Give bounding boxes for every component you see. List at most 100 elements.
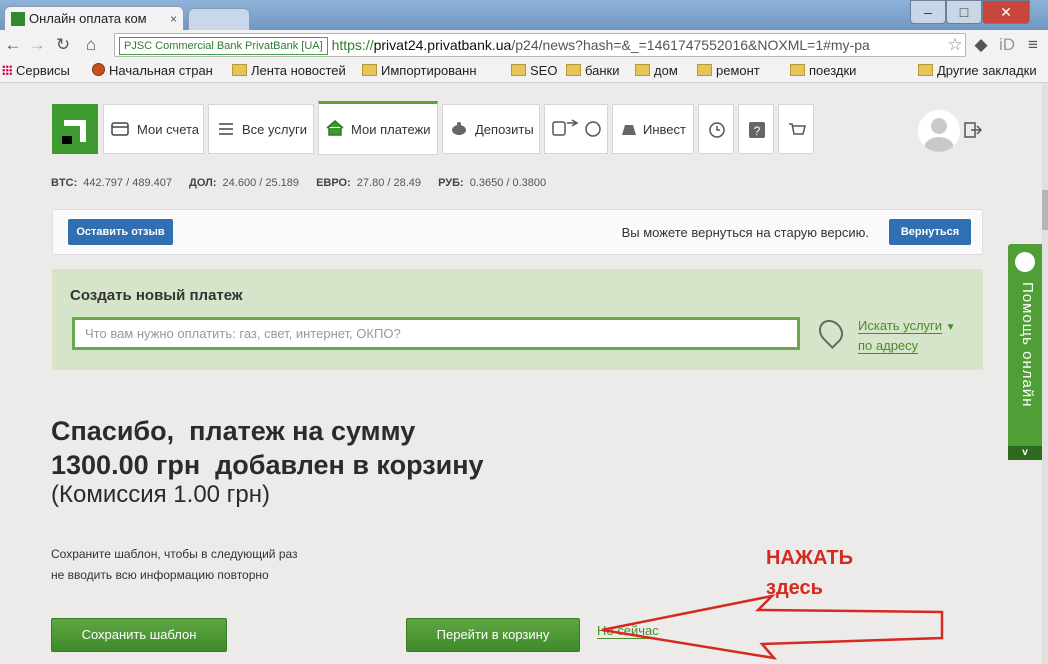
folder-icon [918,64,933,76]
nav-tab-accounts[interactable]: Мои счета [103,104,204,154]
extension-icon[interactable]: ◆ [970,34,992,56]
extension-id-icon[interactable]: iD [996,34,1018,56]
confirmation-line-2: 1300.00 грн добавлен в корзину [51,450,484,480]
bookmark-start-page[interactable]: Начальная стран [92,62,213,80]
nav-tab-invest[interactable]: Инвест [612,104,694,154]
new-tab-button[interactable] [188,8,250,31]
nav-tab-invest-label: Инвест [643,122,686,137]
nav-tab-accounts-label: Мои счета [137,122,200,137]
dropdown-caret-icon: ▼ [945,322,956,333]
confirmation-heading: Спасибо, платеж на сумму 1300.00 грн доб… [51,414,484,482]
help-toggle[interactable]: v [1008,446,1042,460]
travel-tickets-icon [552,119,601,137]
nav-tab-history[interactable] [698,104,734,154]
save-template-hint: Сохраните шаблон, чтобы в следующий раз … [51,544,298,586]
hint-line-2: не вводить всю информацию повторно [51,568,269,582]
tab-title: Онлайн оплата ком [29,11,147,26]
old-version-text: Вы можете вернуться на старую версию. [621,225,869,240]
maximize-button[interactable]: □ [946,0,982,24]
confirmation-line-1: Спасибо, платеж на сумму [51,416,416,446]
folder-icon [697,64,712,76]
privatbank-logo-icon [62,120,86,144]
browser-toolbar: ← → ↻ ⌂ PJSC Commercial Bank PrivatBank … [0,30,1048,61]
go-to-cart-button[interactable]: Перейти в корзину [406,618,580,652]
annotation-line-1: НАЖАТЬ [766,547,854,569]
back-arrow-icon[interactable]: ← [2,34,24,56]
nav-tab-help[interactable]: ? [738,104,774,154]
annotation-arrow-icon [601,593,944,660]
new-payment-title: Создать новый платеж [70,287,243,304]
new-payment-panel: Создать новый платеж Что вам нужно оплат… [52,269,983,370]
list-icon [219,123,233,135]
by-address-label: по адресу [858,338,919,354]
svg-text:?: ? [754,124,761,138]
rate-usd: ДОЛ: 24.600 / 25.189 [189,177,300,189]
card-icon [111,122,129,136]
bookmark-seo[interactable]: SEO [511,62,557,80]
privat24-logo[interactable] [52,104,98,154]
hint-line-1: Сохраните шаблон, чтобы в следующий раз [51,547,298,561]
nav-tab-travel[interactable] [544,104,608,154]
history-icon [709,122,725,138]
payment-search-input[interactable]: Что вам нужно оплатить: газ, свет, интер… [72,317,800,350]
find-by-address-link[interactable]: Искать услуги ▼ по адресу [858,317,956,355]
bookmark-imported[interactable]: Импортированн [362,62,477,80]
nav-tab-payments-label: Мои платежи [351,122,431,137]
user-silhouette-icon [924,118,954,152]
address-bar[interactable]: PJSC Commercial Bank PrivatBank [UA] htt… [114,33,966,57]
help-online-label: Помощь онлайн [1019,282,1036,408]
commission-text: (Комиссия 1.00 грн) [51,481,271,508]
folder-icon [566,64,581,76]
tab-close-icon[interactable]: × [170,7,177,30]
nav-tab-services[interactable]: Все услуги [208,104,314,154]
bookmark-banks[interactable]: банки [566,62,620,80]
avatar[interactable] [918,110,960,152]
reload-icon[interactable]: ↻ [52,34,74,56]
ssl-badge[interactable]: PJSC Commercial Bank PrivatBank [UA] [119,37,328,55]
location-pin-icon[interactable] [814,315,848,349]
feedback-bar: Оставить отзыв Вы можете вернуться на ст… [52,209,983,255]
piggy-bank-icon [452,122,466,135]
nav-tab-deposits-label: Депозиты [475,122,534,137]
url-scheme: https:// [331,37,374,53]
return-button[interactable]: Вернуться [889,219,971,245]
bookmark-trips[interactable]: поездки [790,62,856,80]
rate-rub: РУБ: 0.3650 / 0.3800 [438,177,547,189]
bookmark-news-feed[interactable]: Лента новостей [232,62,346,80]
bookmark-other[interactable]: Другие закладки [918,62,1037,80]
nav-tab-payments[interactable]: Мои платежи [318,101,438,155]
home-icon [326,120,344,136]
forward-arrow-icon[interactable]: → [26,34,48,56]
close-window-button[interactable]: ✕ [982,0,1030,24]
folder-icon [362,64,377,76]
nav-tab-services-label: Все услуги [242,122,307,137]
bookmark-star-icon[interactable]: ☆ [944,34,966,56]
scrollbar[interactable] [1042,83,1048,664]
find-services-label: Искать услуги [858,318,943,334]
bookmarks-bar: Сервисы Начальная стран Лента новостей И… [0,60,1048,83]
question-icon: ? [749,122,765,138]
rate-eur: ЕВРО: 27.80 / 28.49 [316,177,422,189]
menu-icon[interactable]: ≡ [1022,34,1044,56]
bookmark-services[interactable]: Сервисы [2,62,70,80]
exchange-rates: BTC: 442.797 / 489.407 ДОЛ: 24.600 / 25.18… [51,177,560,189]
home-icon[interactable]: ⌂ [80,34,102,56]
leave-feedback-button[interactable]: Оставить отзыв [68,219,173,245]
apps-icon [2,65,12,75]
logout-icon[interactable] [964,122,983,143]
save-template-button[interactable]: Сохранить шаблон [51,618,227,652]
url-host: privat24.privatbank.ua [373,37,512,53]
bookmark-home[interactable]: дом [635,62,678,80]
nav-tab-deposits[interactable]: Депозиты [442,104,540,154]
page-icon [92,63,105,76]
bookmark-repair[interactable]: ремонт [697,62,760,80]
rate-btc: BTC: 442.797 / 489.407 [51,177,172,189]
nav-tab-cart[interactable] [778,104,814,154]
cart-icon [789,123,806,135]
scrollbar-thumb[interactable] [1042,190,1048,230]
browser-tab[interactable]: Онлайн оплата ком × [4,6,184,30]
minimize-button[interactable]: – [910,0,946,24]
folder-icon [511,64,526,76]
folder-icon [790,64,805,76]
privatbank-chat-icon [1015,252,1035,272]
